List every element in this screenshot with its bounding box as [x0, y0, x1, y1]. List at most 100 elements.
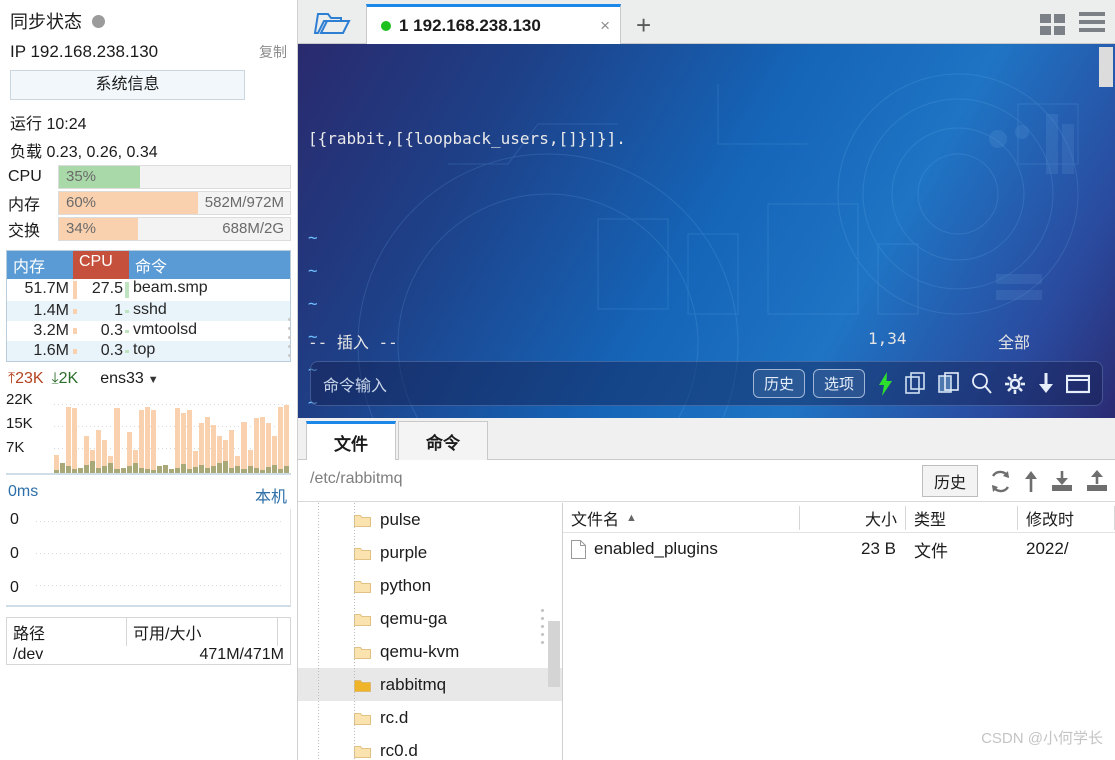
new-tab-button[interactable]: +	[636, 10, 651, 41]
file-history-button[interactable]: 历史	[921, 465, 978, 497]
network-y-axis: 22K 15K 7K	[6, 390, 52, 473]
tree-item-pulse[interactable]: pulse	[298, 503, 562, 536]
tree-item-qemu-kvm[interactable]: qemu-kvm	[298, 635, 562, 668]
disk-row[interactable]: /dev 471M/471M	[7, 646, 290, 664]
command-input-placeholder[interactable]: 命令输入	[323, 372, 753, 396]
disk-header-path[interactable]: 路径	[7, 618, 127, 646]
terminal-line-config: [{rabbit,[{loopback_users,[]}]}].	[308, 129, 626, 148]
network-bar-column	[174, 390, 180, 473]
terminal-scrollbar-thumb[interactable]	[1099, 47, 1113, 87]
network-bar-column	[217, 390, 223, 473]
paste-icon[interactable]	[938, 372, 960, 395]
lightning-icon[interactable]	[877, 371, 894, 396]
terminal-screen[interactable]: [{rabbit,[{loopback_users,[]}]}]. ~ ~ ~ ~ ~ ~…	[298, 44, 1115, 418]
network-bar-column	[265, 390, 271, 473]
vim-cursor-position: 1,34	[868, 329, 907, 348]
tree-item-rabbitmq[interactable]: rabbitmq	[298, 668, 562, 701]
tree-item-rc.d[interactable]: rc.d	[298, 701, 562, 734]
gear-icon[interactable]	[1004, 373, 1026, 395]
refresh-icon[interactable]	[989, 470, 1012, 493]
network-interface-selector[interactable]: ens33 ▼	[100, 370, 158, 388]
resource-bar-percent: 35%	[66, 168, 97, 185]
folder-icon	[354, 513, 371, 527]
copy-icon[interactable]	[905, 372, 927, 395]
column-header-name[interactable]: 文件名 ▲	[563, 505, 800, 530]
command-history-button[interactable]: 历史	[752, 369, 805, 398]
terminal-tilde-line: ~	[308, 294, 318, 313]
uptime-label: 运行 10:24	[10, 116, 87, 133]
network-bar-column	[193, 390, 199, 473]
current-path-label[interactable]: /etc/rabbitmq	[310, 470, 402, 488]
column-header-modified[interactable]: 修改时	[1018, 505, 1115, 530]
process-memory: 1.4M	[33, 302, 69, 319]
network-bar-column	[277, 390, 283, 473]
file-path-row: /etc/rabbitmq 历史	[298, 460, 1115, 502]
up-arrow-icon[interactable]	[1023, 470, 1039, 493]
process-header-command[interactable]: 命令	[129, 251, 290, 279]
tree-item-rc0.d[interactable]: rc0.d	[298, 734, 562, 760]
tree-item-python[interactable]: python	[298, 569, 562, 602]
file-name: enabled_plugins	[594, 539, 718, 558]
disk-available: 471M/471M	[199, 646, 285, 663]
tabbar-right-tools	[1040, 12, 1105, 36]
tree-scrollbar-thumb[interactable]	[548, 621, 560, 687]
search-icon[interactable]	[971, 372, 993, 395]
column-header-type[interactable]: 类型	[906, 505, 1018, 530]
command-input-bar[interactable]: 命令输入 历史 选项	[310, 361, 1103, 406]
network-header: ⤒23K ⤓2K ens33 ▼	[0, 362, 297, 390]
hamburger-menu-icon[interactable]	[1079, 12, 1105, 36]
close-icon[interactable]: ×	[590, 16, 610, 36]
network-bar-column	[180, 390, 187, 473]
grid-view-icon[interactable]	[1040, 13, 1065, 35]
process-row[interactable]: 1.4M 1 sshd	[7, 301, 290, 321]
terminal-tab-active[interactable]: 1 192.168.238.130 ×	[366, 4, 621, 44]
tree-item-qemu-ga[interactable]: qemu-ga	[298, 602, 562, 635]
folder-open-icon[interactable]	[312, 8, 356, 38]
process-cpu: 0.3	[100, 342, 123, 359]
process-cpu: 0.3	[100, 322, 123, 339]
copy-ip-button[interactable]: 复制	[259, 42, 287, 62]
network-bar-column	[138, 390, 144, 473]
tab-commands[interactable]: 命令	[398, 421, 488, 460]
resource-bar-track: 60% 582M/972M	[58, 191, 291, 215]
file-icon	[571, 539, 586, 559]
download-icon[interactable]	[1037, 372, 1055, 395]
sort-ascending-icon: ▲	[626, 511, 637, 524]
process-row[interactable]: 3.2M 0.3 vmtoolsd	[7, 321, 290, 341]
file-rows: enabled_plugins 23 B 文件 2022/	[563, 533, 1115, 565]
terminal-and-files-area: 1 192.168.238.130 × + [{rabbit,[{loopbac…	[298, 0, 1115, 760]
process-row[interactable]: 51.7M 27.5 beam.smp	[7, 279, 290, 301]
process-row[interactable]: 1.6M 0.3 top	[7, 341, 290, 361]
column-header-size[interactable]: 大小	[800, 505, 906, 530]
network-bar-column	[114, 390, 120, 473]
disk-header-available[interactable]: 可用/大小	[127, 618, 278, 646]
folder-icon	[354, 546, 371, 560]
process-header-cpu[interactable]: CPU	[73, 251, 129, 279]
terminal-scrollbar[interactable]	[1099, 47, 1113, 348]
process-rows: 51.7M 27.5 beam.smp 1.4M 1 sshd 3.2M 0.3 vmtools…	[7, 279, 290, 361]
network-bar-column	[168, 390, 174, 473]
network-bar-column	[253, 390, 259, 473]
process-memory: 3.2M	[33, 322, 69, 339]
network-bar-column	[78, 390, 84, 473]
ping-latency-label: 0ms	[8, 483, 39, 500]
tab-files[interactable]: 文件	[306, 421, 396, 460]
tree-item-purple[interactable]: purple	[298, 536, 562, 569]
tab-title: 1 192.168.238.130	[399, 15, 541, 35]
upload-icon[interactable]	[1085, 469, 1109, 493]
folder-icon	[354, 744, 371, 758]
window-icon[interactable]	[1066, 374, 1090, 394]
command-options-button[interactable]: 选项	[812, 369, 865, 398]
folder-icon	[354, 579, 371, 593]
process-memory: 1.6M	[33, 342, 69, 359]
process-header-memory[interactable]: 内存	[7, 251, 73, 279]
ping-host-label[interactable]: 本机	[255, 483, 287, 507]
file-row[interactable]: enabled_plugins 23 B 文件 2022/	[563, 533, 1115, 565]
system-monitor-panel: 同步状态 IP 192.168.238.130 复制 系统信息 运行 10:24…	[0, 0, 297, 760]
file-size: 23 B	[861, 539, 896, 558]
directory-tree[interactable]: pulse purple python qemu-ga qemu-kvm rabbitmq…	[298, 503, 563, 760]
system-info-button[interactable]: 系统信息	[10, 70, 245, 100]
network-bar-column	[156, 390, 162, 473]
file-type: 文件	[914, 541, 948, 561]
download-icon[interactable]	[1050, 470, 1074, 493]
